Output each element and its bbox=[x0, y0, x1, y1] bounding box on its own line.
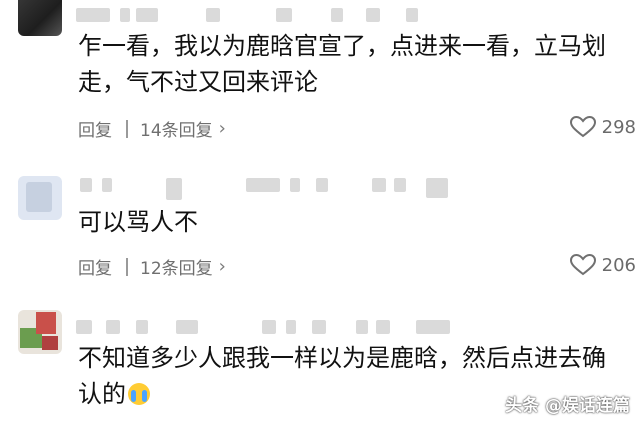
divider bbox=[126, 119, 128, 138]
heart-icon bbox=[569, 254, 596, 276]
chevron-right-icon: › bbox=[218, 256, 226, 277]
comment-text: 可以骂人不 bbox=[78, 208, 198, 236]
comment-text: 乍一看，我以为鹿晗官宣了，点进来一看，立马划走，气不过又回来评论 bbox=[78, 32, 606, 96]
reply-row: 回复 12条回复 › bbox=[78, 254, 226, 279]
replies-count-label: 14条回复 bbox=[140, 121, 213, 141]
reply-row: 回复 14条回复 › bbox=[78, 116, 226, 141]
like-button[interactable]: 298 bbox=[569, 116, 636, 138]
heart-icon bbox=[569, 116, 596, 138]
avatar[interactable] bbox=[18, 0, 62, 36]
divider bbox=[126, 257, 128, 276]
avatar[interactable] bbox=[18, 176, 62, 220]
avatar[interactable] bbox=[18, 310, 62, 354]
like-count: 298 bbox=[601, 116, 636, 138]
watermark: 头条 @娱话连篇 bbox=[505, 396, 630, 416]
replies-count-label: 12条回复 bbox=[140, 259, 213, 279]
chevron-right-icon: › bbox=[218, 118, 226, 139]
view-replies-button[interactable]: 14条回复 › bbox=[140, 116, 226, 141]
crying-face-icon bbox=[128, 383, 150, 405]
like-count: 206 bbox=[601, 254, 636, 276]
like-button[interactable]: 206 bbox=[569, 254, 636, 276]
reply-button[interactable]: 回复 bbox=[78, 116, 112, 141]
view-replies-button[interactable]: 12条回复 › bbox=[140, 254, 226, 279]
reply-button[interactable]: 回复 bbox=[78, 254, 112, 279]
